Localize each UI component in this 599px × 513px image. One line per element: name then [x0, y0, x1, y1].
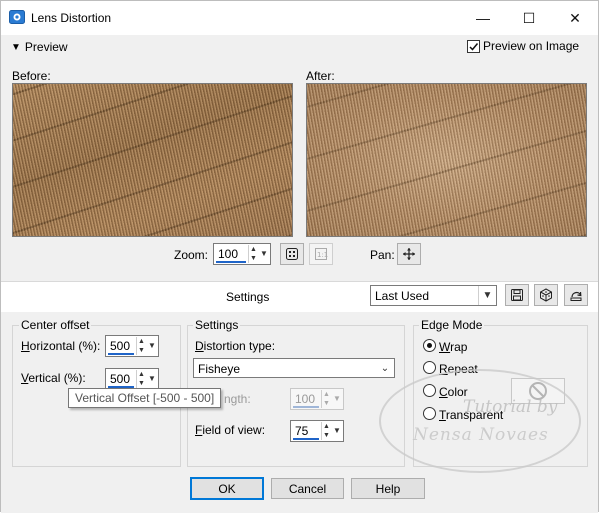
- zoom-actual-size-button[interactable]: 1:1: [309, 243, 333, 265]
- preview-toggle[interactable]: ▼ Preview: [11, 40, 68, 54]
- collapse-arrow-icon: ▼: [11, 41, 21, 53]
- vertical-offset-tooltip: Vertical Offset [-500 - 500]: [68, 388, 222, 408]
- maximize-icon: ☐: [522, 9, 536, 26]
- preview-toggle-label: Preview: [24, 40, 68, 54]
- pan-button[interactable]: [397, 243, 421, 265]
- preset-value: Last Used: [375, 289, 430, 303]
- title-bar[interactable]: Lens Distortion — ☐ ✕: [1, 1, 598, 35]
- cancel-button[interactable]: Cancel: [271, 478, 344, 499]
- field-of-view-underline: [293, 438, 319, 440]
- field-of-view-spinner[interactable]: 75 ▲ ▼ ▼: [290, 420, 344, 442]
- zoom-spinner[interactable]: 100 ▲ ▼ ▼: [213, 243, 271, 265]
- vertical-up-down-icon[interactable]: ▲ ▼: [136, 370, 146, 388]
- window-title: Lens Distortion: [31, 11, 112, 25]
- preview-bar: ▼ Preview Preview on Image: [1, 35, 598, 59]
- after-preview-image[interactable]: [306, 83, 587, 237]
- preview-area: Before: After: Zoom: 100 ▲ ▼ ▼ 1:1 Pan:: [1, 59, 598, 281]
- wrap-radio[interactable]: [423, 339, 436, 352]
- app-icon: [9, 10, 25, 24]
- zoom-value: 100: [218, 247, 239, 261]
- preview-on-image-checkbox[interactable]: [467, 39, 480, 53]
- settings-group-title: Settings: [193, 318, 241, 332]
- checkmark-icon: [469, 42, 479, 51]
- distortion-type-label-text: istortion type:: [203, 339, 276, 353]
- after-label: After:: [306, 69, 335, 83]
- settings-bar: Settings Last Used ▼: [1, 282, 598, 312]
- zoom-dropdown-icon[interactable]: ▼: [259, 245, 269, 263]
- strength-spinner[interactable]: 100 ▲ ▼ ▼: [290, 388, 344, 410]
- center-offset-title: Center offset: [19, 318, 92, 332]
- horizontal-up-down-icon[interactable]: ▲ ▼: [136, 337, 146, 355]
- move-icon: [403, 248, 415, 260]
- strength-dropdown-icon[interactable]: ▼: [332, 390, 342, 408]
- svg-text:1:1: 1:1: [317, 251, 328, 259]
- vertical-offset-value: 500: [110, 372, 131, 386]
- watermark-line1: Tutorial by: [463, 397, 558, 417]
- reset-button[interactable]: [564, 284, 588, 306]
- save-preset-button[interactable]: [505, 284, 529, 306]
- close-icon: ✕: [569, 9, 581, 26]
- zoom-fit-icon: [286, 248, 298, 260]
- help-button[interactable]: Help: [351, 478, 425, 499]
- distortion-type-dropdown[interactable]: Fisheye ⌄: [193, 358, 395, 378]
- repeat-radio[interactable]: [423, 361, 436, 374]
- preview-on-image-label: Preview on Image: [483, 39, 580, 53]
- settings-bar-label: Settings: [226, 290, 270, 304]
- preview-on-image[interactable]: Preview on Image: [467, 39, 579, 53]
- watermark-ellipse: [379, 369, 581, 473]
- watermark-line2: Nensa Novaes: [413, 425, 549, 445]
- vertical-label-text: ertical (%):: [28, 371, 86, 385]
- zoom-fit-button[interactable]: [280, 243, 304, 265]
- vertical-label: Vertical (%):: [21, 371, 86, 385]
- field-of-view-label: Field of view:: [195, 423, 266, 437]
- preset-dropdown[interactable]: Last Used ▼: [370, 285, 497, 306]
- horizontal-offset-value: 500: [110, 339, 131, 353]
- maximize-button[interactable]: ☐: [506, 1, 552, 35]
- reset-icon: [570, 291, 582, 301]
- strength-value: 100: [295, 392, 316, 406]
- randomize-button[interactable]: [534, 284, 558, 306]
- field-of-view-value: 75: [295, 424, 309, 438]
- minimize-icon: —: [476, 10, 490, 26]
- wrap-label-text: rap: [450, 340, 468, 354]
- lens-distortion-dialog: Lens Distortion — ☐ ✕ ▼ Preview Preview …: [0, 0, 599, 513]
- vertical-offset-spinner[interactable]: 500 ▲ ▼ ▼: [105, 368, 159, 390]
- distortion-type-value: Fisheye: [198, 362, 241, 376]
- minimize-button[interactable]: —: [460, 1, 506, 35]
- close-button[interactable]: ✕: [552, 1, 598, 35]
- strength-label: ngth:: [224, 392, 251, 406]
- actual-size-icon: 1:1: [315, 248, 328, 260]
- dice-icon: [540, 288, 552, 302]
- zoom-underline: [216, 261, 246, 263]
- pan-label: Pan:: [370, 248, 395, 262]
- zoom-up-down-icon[interactable]: ▲ ▼: [248, 245, 258, 263]
- strength-underline: [293, 406, 319, 408]
- horizontal-label-text: orizontal (%):: [29, 339, 101, 353]
- chevron-down-icon: ⌄: [380, 362, 390, 374]
- save-icon: [511, 289, 523, 301]
- edge-mode-title: Edge Mode: [419, 318, 485, 332]
- ok-button[interactable]: OK: [190, 477, 264, 500]
- horizontal-label: Horizontal (%):: [21, 339, 101, 353]
- field-of-view-dropdown-icon[interactable]: ▼: [332, 422, 342, 440]
- horizontal-dropdown-icon[interactable]: ▼: [147, 337, 157, 355]
- horizontal-offset-spinner[interactable]: 500 ▲ ▼ ▼: [105, 335, 159, 357]
- before-preview-image[interactable]: [12, 83, 293, 237]
- wrap-label[interactable]: Wrap: [439, 340, 467, 354]
- distortion-type-label: Distortion type:: [195, 339, 276, 353]
- horizontal-underline: [108, 353, 134, 355]
- field-of-view-label-text: ield of view:: [202, 423, 266, 437]
- field-of-view-up-down-icon[interactable]: ▲ ▼: [321, 422, 331, 440]
- chevron-down-icon: ▼: [478, 286, 496, 305]
- zoom-label: Zoom:: [174, 248, 209, 262]
- before-label: Before:: [12, 69, 51, 83]
- vertical-dropdown-icon[interactable]: ▼: [147, 370, 157, 388]
- strength-up-down-icon[interactable]: ▲ ▼: [321, 390, 331, 408]
